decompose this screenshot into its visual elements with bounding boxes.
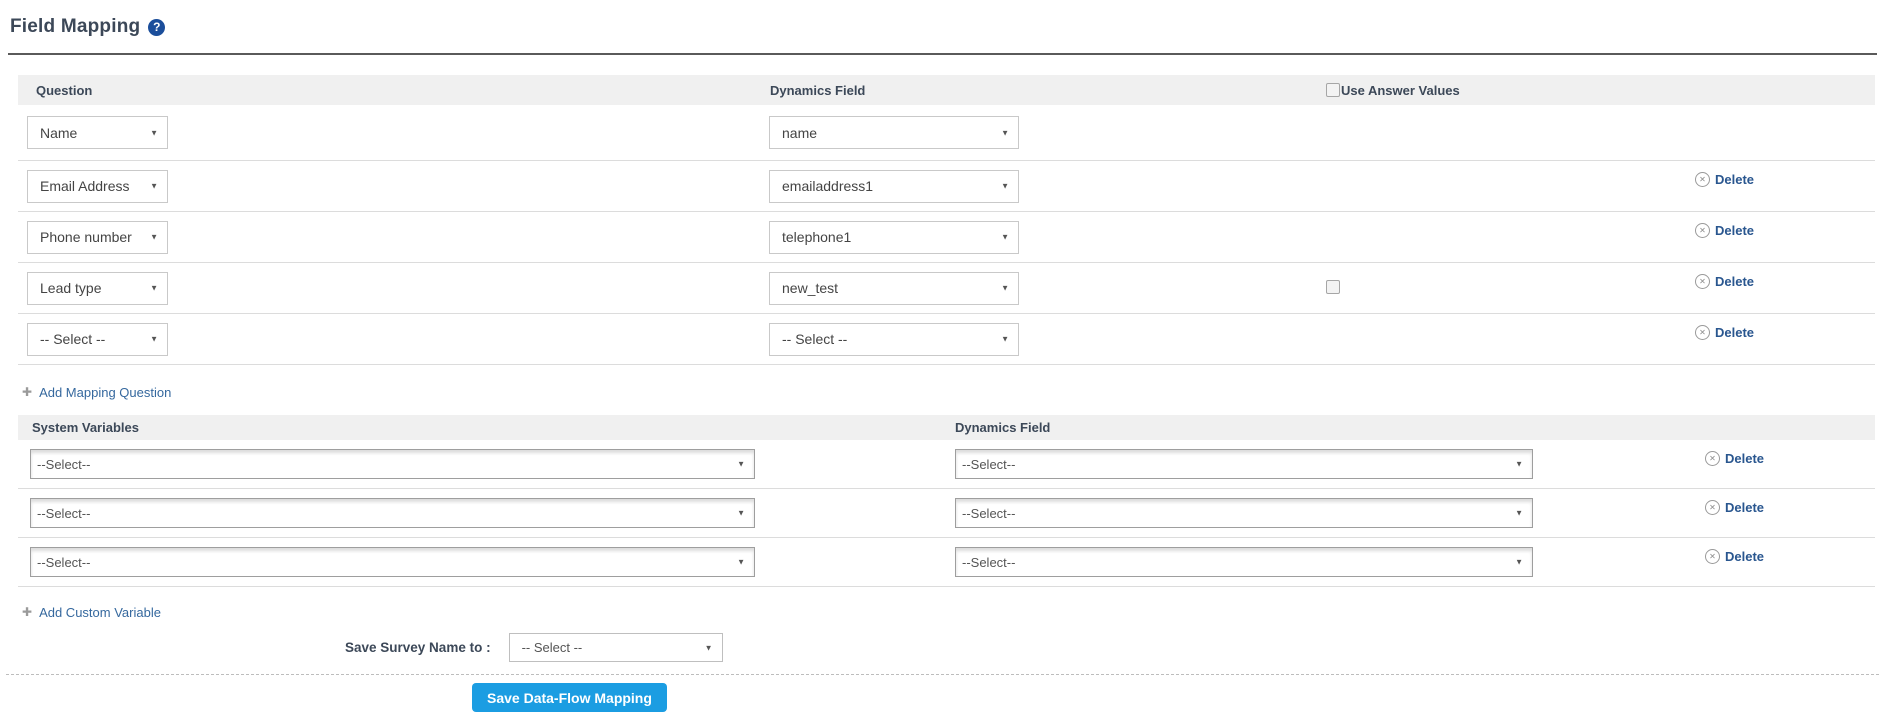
- use-answer-values-row-checkbox[interactable]: [1326, 280, 1340, 294]
- delete-row-link[interactable]: Delete: [1705, 451, 1764, 466]
- delete-circle-x-icon: [1695, 325, 1710, 340]
- save-survey-name-row: Save Survey Name to : -- Select --: [345, 633, 1885, 662]
- dynamics-field-select[interactable]: telephone1: [769, 221, 1019, 254]
- delete-circle-x-icon: [1695, 274, 1710, 289]
- add-custom-variable-link[interactable]: Add Custom Variable: [22, 605, 161, 620]
- question-select[interactable]: Email Address: [27, 170, 168, 203]
- plus-icon: [22, 605, 32, 619]
- delete-label: Delete: [1715, 172, 1754, 187]
- dynamics-field-select[interactable]: emailaddress1: [769, 170, 1019, 203]
- delete-circle-x-icon: [1705, 451, 1720, 466]
- delete-row-link[interactable]: Delete: [1705, 549, 1764, 564]
- system-variable-select[interactable]: --Select--: [30, 547, 755, 577]
- question-table-header: Question Dynamics Field Use Answer Value…: [18, 75, 1875, 105]
- delete-label: Delete: [1725, 451, 1764, 466]
- system-variable-row: --Select-- --Select-- Delete: [18, 538, 1875, 587]
- page-header: Field Mapping ?: [0, 0, 1885, 38]
- delete-row-link[interactable]: Delete: [1695, 274, 1754, 289]
- add-mapping-question-link[interactable]: Add Mapping Question: [22, 385, 171, 400]
- question-mapping-row: Phone number telephone1 Delete: [18, 212, 1875, 263]
- question-select[interactable]: Phone number: [27, 221, 168, 254]
- delete-circle-x-icon: [1695, 223, 1710, 238]
- add-mapping-question-row: Add Mapping Question: [22, 383, 1885, 401]
- system-variable-select[interactable]: --Select--: [30, 498, 755, 528]
- dynamics-field-select[interactable]: --Select--: [955, 498, 1533, 528]
- title-divider: [8, 53, 1877, 55]
- footer-dashed-divider: [6, 674, 1879, 675]
- question-mapping-row: Email Address emailaddress1 Delete: [18, 161, 1875, 212]
- dynamics-field-select[interactable]: --Select--: [955, 547, 1533, 577]
- plus-icon: [22, 385, 32, 399]
- system-variable-row: --Select-- --Select-- Delete: [18, 440, 1875, 489]
- question-mapping-row: Name name: [18, 105, 1875, 161]
- help-icon[interactable]: ?: [148, 19, 165, 36]
- delete-label: Delete: [1725, 500, 1764, 515]
- delete-circle-x-icon: [1695, 172, 1710, 187]
- delete-row-link[interactable]: Delete: [1705, 500, 1764, 515]
- system-variable-select[interactable]: --Select--: [30, 449, 755, 479]
- system-variables-column-header: System Variables: [18, 420, 955, 435]
- dynamics-field-select[interactable]: name: [769, 116, 1019, 149]
- question-select[interactable]: Lead type: [27, 272, 168, 305]
- save-survey-name-label: Save Survey Name to :: [345, 640, 491, 655]
- question-mapping-table: Question Dynamics Field Use Answer Value…: [18, 75, 1875, 365]
- delete-row-link[interactable]: Delete: [1695, 172, 1754, 187]
- page-title: Field Mapping: [10, 16, 140, 38]
- system-variable-row: --Select-- --Select-- Delete: [18, 489, 1875, 538]
- delete-label: Delete: [1715, 274, 1754, 289]
- add-mapping-question-label: Add Mapping Question: [39, 385, 171, 400]
- dynamics-field-select[interactable]: new_test: [769, 272, 1019, 305]
- dynamics-field-select[interactable]: --Select--: [955, 449, 1533, 479]
- delete-circle-x-icon: [1705, 500, 1720, 515]
- question-column-header: Question: [18, 83, 760, 98]
- delete-row-link[interactable]: Delete: [1695, 223, 1754, 238]
- dynamics-field-select[interactable]: -- Select --: [769, 323, 1019, 356]
- delete-label: Delete: [1715, 223, 1754, 238]
- use-answer-values-label: Use Answer Values: [1341, 83, 1460, 98]
- use-answer-values-header: Use Answer Values: [1316, 83, 1685, 98]
- system-variables-table: System Variables Dynamics Field --Select…: [18, 415, 1875, 587]
- save-survey-name-select[interactable]: -- Select --: [509, 633, 723, 662]
- delete-label: Delete: [1725, 549, 1764, 564]
- add-custom-variable-row: Add Custom Variable: [22, 603, 1885, 621]
- question-select[interactable]: Name: [27, 116, 168, 149]
- delete-row-link[interactable]: Delete: [1695, 325, 1754, 340]
- system-table-header: System Variables Dynamics Field: [18, 415, 1875, 440]
- save-data-flow-mapping-button[interactable]: Save Data-Flow Mapping: [472, 683, 667, 712]
- dynamics-field-column-header: Dynamics Field: [760, 83, 1316, 98]
- add-custom-variable-label: Add Custom Variable: [39, 605, 161, 620]
- question-mapping-row: Lead type new_test Delete: [18, 263, 1875, 314]
- dynamics-field-column-header: Dynamics Field: [955, 420, 1695, 435]
- delete-label: Delete: [1715, 325, 1754, 340]
- delete-circle-x-icon: [1705, 549, 1720, 564]
- question-select[interactable]: -- Select --: [27, 323, 168, 356]
- question-mapping-row: -- Select -- -- Select -- Delete: [18, 314, 1875, 365]
- use-answer-values-checkbox[interactable]: [1326, 83, 1340, 97]
